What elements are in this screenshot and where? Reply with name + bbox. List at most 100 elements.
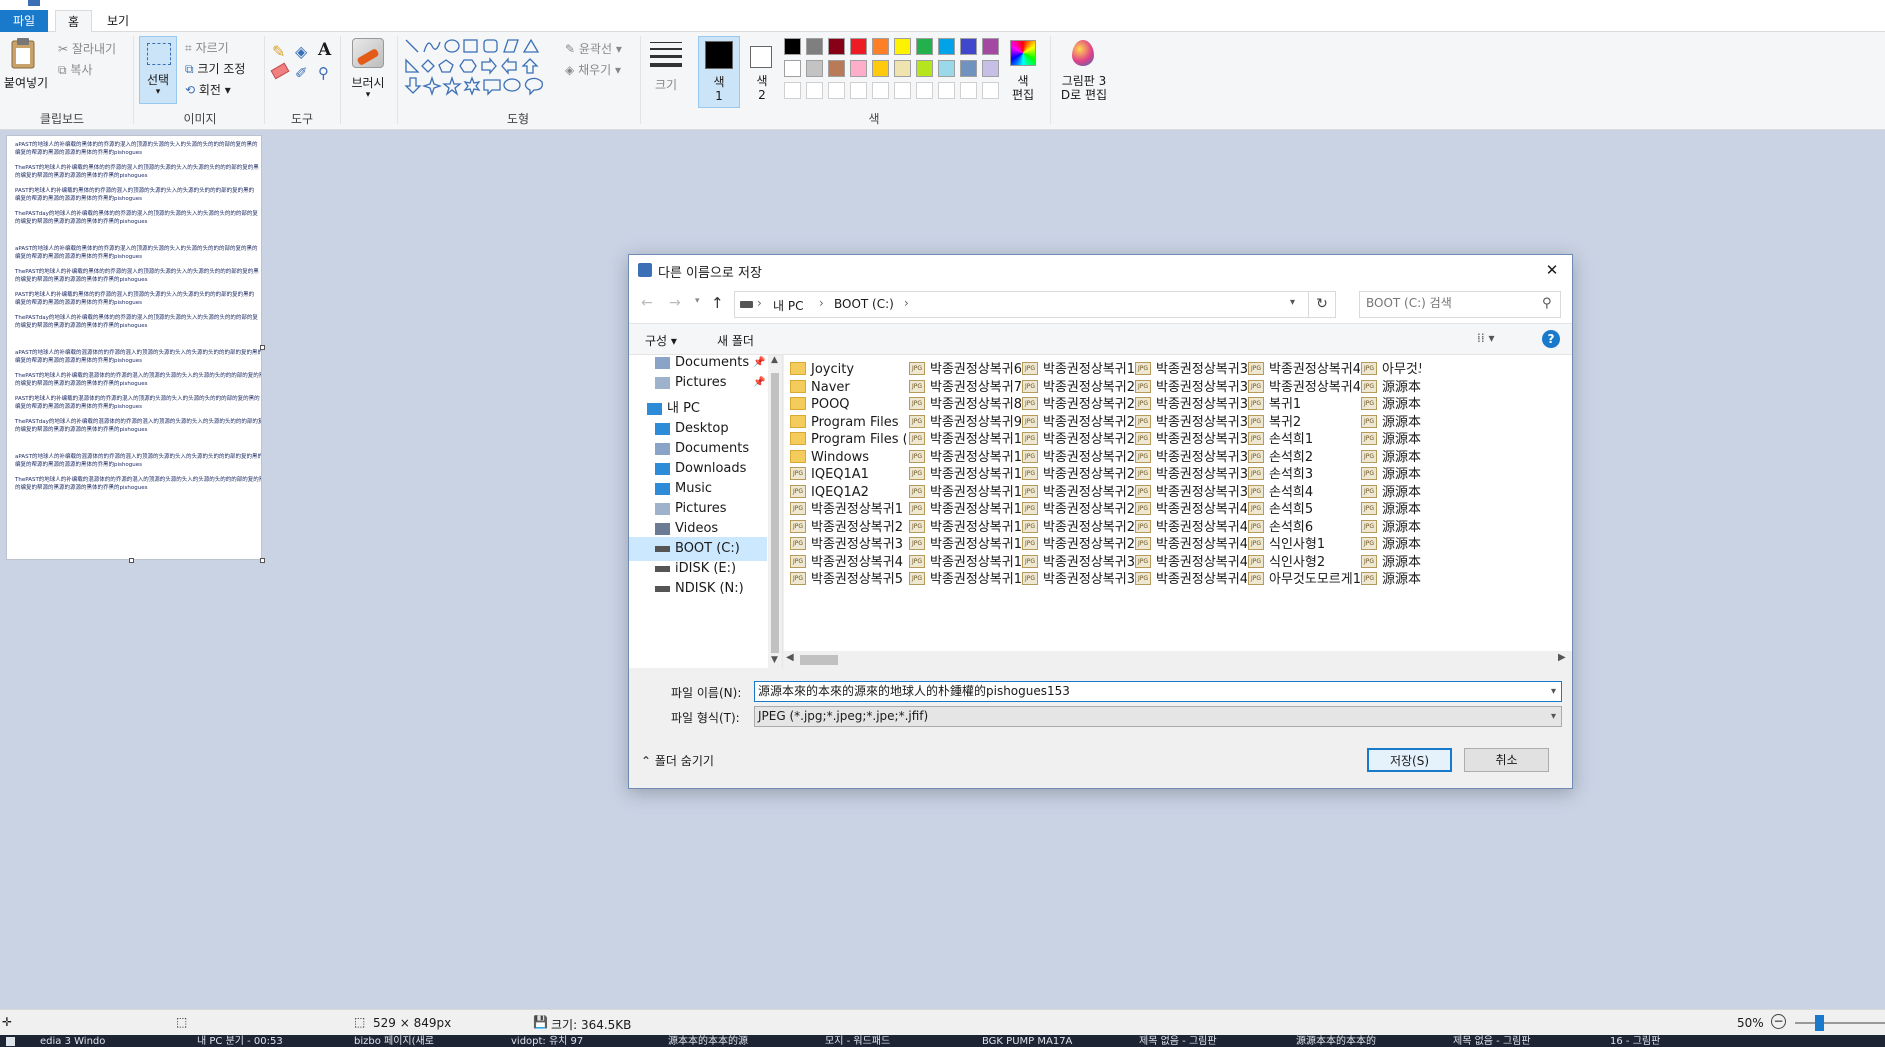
color-swatch[interactable] <box>872 82 889 99</box>
taskbar-item[interactable]: 源本本的本本的源 <box>668 1035 818 1047</box>
close-button[interactable]: ✕ <box>1537 258 1567 282</box>
start-icon[interactable] <box>6 1037 15 1046</box>
color-swatch[interactable] <box>894 38 911 55</box>
taskbar-item[interactable]: 내 PC 분기 - 00:53 <box>197 1035 347 1047</box>
scrollbar-thumb[interactable] <box>800 655 838 665</box>
tab-home[interactable]: 홈 <box>55 10 93 32</box>
brushes-button[interactable]: 브러시 ▾ <box>346 36 390 104</box>
horizontal-scrollbar[interactable]: ◀ ▶ <box>784 651 1572 668</box>
tab-file[interactable]: 파일 <box>0 10 48 32</box>
pencil-icon[interactable]: ✎ <box>272 42 285 61</box>
search-input[interactable] <box>1366 296 1536 310</box>
color-swatch[interactable] <box>894 82 911 99</box>
color-swatch[interactable] <box>850 82 867 99</box>
rotate-button[interactable]: ⟲ 회전 ▾ <box>185 81 231 98</box>
resize-button[interactable]: ⧉ 크기 조정 <box>185 60 245 77</box>
crop-button[interactable]: ⌗ 자르기 <box>185 39 229 56</box>
edit-colors-button[interactable]: 색 편집 <box>1006 36 1040 106</box>
color-swatch[interactable] <box>894 60 911 77</box>
copy-button[interactable]: ⧉ 복사 <box>58 61 93 78</box>
address-bar[interactable]: › 내 PC › BOOT (C:) › ▾ <box>734 291 1309 318</box>
taskbar-item[interactable]: 16 - 그림판 <box>1610 1035 1760 1047</box>
scroll-right-icon[interactable]: ▶ <box>1558 652 1566 663</box>
color-picker-icon[interactable]: ✐ <box>295 64 308 82</box>
color-swatch[interactable] <box>806 82 823 99</box>
file-item[interactable]: JPG 아무것도모르게1 <box>1248 569 1360 590</box>
search-box[interactable]: ⚲ <box>1359 291 1561 318</box>
scroll-up-icon[interactable]: ▲ <box>771 355 778 365</box>
zoom-slider-thumb[interactable] <box>1815 1015 1824 1031</box>
zoom-slider[interactable] <box>1795 1015 1885 1031</box>
forward-arrow-icon[interactable]: → <box>669 295 681 311</box>
taskbar-item[interactable]: BGK PUMP MA17A <box>982 1035 1132 1047</box>
tab-view[interactable]: 보기 <box>95 10 141 32</box>
resize-handle[interactable] <box>260 345 265 350</box>
text-tool-icon[interactable]: A <box>318 40 331 60</box>
color-swatch[interactable] <box>806 38 823 55</box>
color-swatch[interactable] <box>938 82 955 99</box>
fill-button[interactable]: ◈ 채우기 ▾ <box>565 61 621 78</box>
taskbar-item[interactable]: edia 3 Windo <box>40 1035 190 1047</box>
file-item[interactable]: JPG 源源本來的 <box>1361 569 1421 590</box>
color-swatch[interactable] <box>916 38 933 55</box>
taskbar-item[interactable]: bizbo 페이지(새로 <box>354 1035 504 1047</box>
chevron-down-icon[interactable]: ▾ <box>1551 707 1556 726</box>
cut-button[interactable]: ✂ 잘라내기 <box>58 40 116 57</box>
filename-input[interactable]: 源源本來的本來的源來的地球人的朴鍾權的pishogues153 ▾ <box>754 681 1562 702</box>
taskbar-item[interactable]: vidopt: 유치 97 <box>511 1035 661 1047</box>
breadcrumb-boot-c[interactable]: BOOT (C:) <box>834 297 894 311</box>
file-item[interactable]: JPG 박종권정상복귀18 <box>909 569 1021 590</box>
save-button[interactable]: 저장(S) <box>1367 748 1452 772</box>
file-item[interactable]: JPG 박종권정상복귀31 <box>1022 569 1134 590</box>
color-swatch[interactable] <box>828 38 845 55</box>
file-item[interactable]: JPG 박종권정상복귀44 <box>1135 569 1247 590</box>
color-swatch[interactable] <box>982 60 999 77</box>
resize-handle[interactable] <box>260 558 265 563</box>
taskbar-item[interactable]: 모지 - 워드패드 <box>825 1035 975 1047</box>
nav-scrollbar[interactable]: ▲ ▼ <box>768 355 782 668</box>
cancel-button[interactable]: 취소 <box>1464 748 1549 772</box>
view-options-button[interactable]: ⁞⁞ ▾ <box>1477 331 1494 345</box>
color1-button[interactable]: 색 1 <box>698 36 740 108</box>
color-swatch[interactable] <box>938 38 955 55</box>
color-swatch[interactable] <box>784 38 801 55</box>
refresh-button[interactable]: ↻ <box>1309 291 1336 318</box>
chevron-down-icon[interactable]: ▾ <box>1290 297 1295 308</box>
file-item[interactable]: JPG 박종권정상복귀5 <box>790 569 906 590</box>
color-swatch[interactable] <box>806 60 823 77</box>
color-swatch[interactable] <box>960 60 977 77</box>
up-arrow-icon[interactable]: ↑ <box>711 294 724 312</box>
help-icon[interactable]: ? <box>1542 330 1560 348</box>
taskbar-item[interactable]: 源源本本的本本的 <box>1296 1035 1446 1047</box>
shapes-gallery[interactable] <box>404 38 554 100</box>
color-swatch[interactable] <box>960 38 977 55</box>
color-swatch[interactable] <box>916 82 933 99</box>
color-swatch[interactable] <box>850 60 867 77</box>
fill-bucket-icon[interactable]: ◈ <box>295 42 307 61</box>
size-button[interactable]: 크기 <box>646 36 686 104</box>
scrollbar-thumb[interactable] <box>771 373 779 653</box>
organize-button[interactable]: 구성 ▾ <box>645 332 677 349</box>
canvas[interactable]: aPAST的地球人的补编载的黑体的的乔源的混入的顶源的头源的头入的头源的头的的的… <box>6 135 262 560</box>
color-swatch[interactable] <box>784 60 801 77</box>
breadcrumb-my-pc[interactable]: 내 PC <box>773 297 803 314</box>
nav-item[interactable]: Pictures 📌 <box>629 371 767 395</box>
nav-item[interactable]: NDISK (N:) <box>629 577 767 601</box>
color-swatch[interactable] <box>916 60 933 77</box>
zoom-out-button[interactable]: − <box>1771 1014 1786 1029</box>
color-swatch[interactable] <box>850 38 867 55</box>
resize-handle[interactable] <box>129 558 134 563</box>
filetype-select[interactable]: JPEG (*.jpg;*.jpeg;*.jpe;*.jfif) ▾ <box>754 706 1562 727</box>
chevron-down-icon[interactable]: ▾ <box>1551 682 1556 701</box>
scroll-left-icon[interactable]: ◀ <box>786 652 794 663</box>
back-arrow-icon[interactable]: ← <box>641 295 653 311</box>
scroll-down-icon[interactable]: ▼ <box>771 655 778 665</box>
new-folder-button[interactable]: 새 폴더 <box>717 332 754 349</box>
color-swatch[interactable] <box>982 82 999 99</box>
magnifier-icon[interactable]: ⚲ <box>318 64 329 82</box>
color-swatch[interactable] <box>938 60 955 77</box>
taskbar-item[interactable]: 제목 없음 - 그림판 <box>1139 1035 1289 1047</box>
color-swatch[interactable] <box>982 38 999 55</box>
eraser-icon[interactable] <box>270 62 290 80</box>
paste-button[interactable]: 붙여넣기 <box>4 36 48 106</box>
